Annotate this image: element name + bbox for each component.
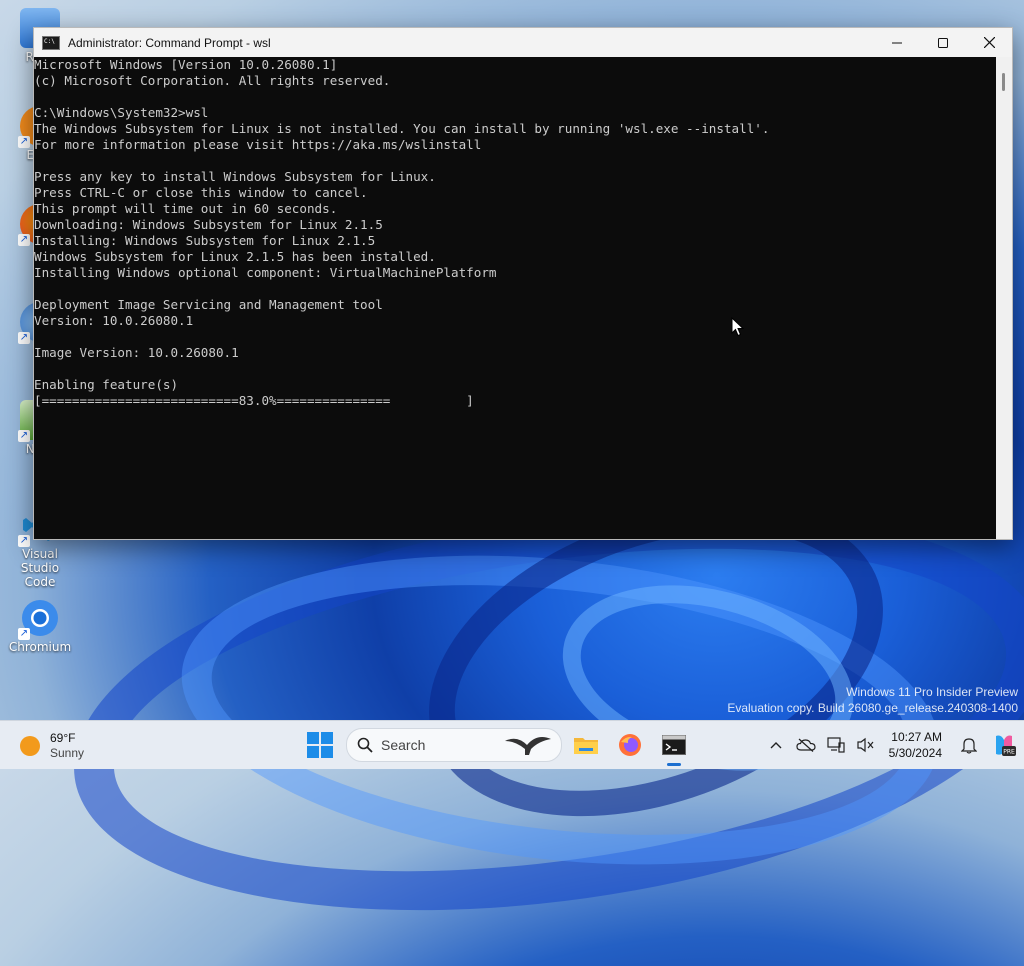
weather-temperature: 69°F [50, 731, 76, 745]
console-line: Press CTRL-C or close this window to can… [34, 185, 368, 200]
close-icon [983, 37, 995, 48]
watermark-line-2: Evaluation copy. Build 26080.ge_release.… [727, 701, 1018, 715]
minimize-button[interactable] [874, 28, 920, 57]
console-line: Installing Windows optional component: V… [34, 265, 497, 280]
clock[interactable]: 10:27 AM 5/30/2024 [889, 729, 942, 761]
system-tray: 10:27 AM 5/30/2024 PRE [761, 721, 1024, 769]
console-line: Windows Subsystem for Linux 2.1.5 has be… [34, 249, 436, 264]
window-title: Administrator: Command Prompt - wsl [68, 35, 271, 50]
close-button[interactable] [966, 28, 1012, 57]
vertical-scrollbar[interactable] [996, 57, 1012, 539]
console-line: For more information please visit https:… [34, 137, 482, 152]
weather-widget[interactable]: 69°F Sunny [20, 731, 84, 761]
window-titlebar[interactable]: Administrator: Command Prompt - wsl [34, 28, 1012, 57]
console-line: Enabling feature(s) [34, 377, 179, 392]
minimize-icon [892, 42, 902, 43]
watermark-line-1: Windows 11 Pro Insider Preview [846, 685, 1018, 699]
show-hidden-icons-button[interactable] [761, 721, 791, 769]
search-highlight-bird-icon [505, 737, 551, 755]
notifications-button[interactable] [954, 721, 984, 769]
console-line: Image Version: 10.0.26080.1 [34, 345, 239, 360]
weather-condition: Sunny [50, 746, 85, 760]
clock-time: 10:27 AM [891, 730, 942, 744]
console-line: This prompt will time out in 60 seconds. [34, 201, 338, 216]
console-line: Deployment Image Servicing and Managemen… [34, 297, 383, 312]
maximize-button[interactable] [920, 28, 966, 57]
maximize-icon [938, 37, 948, 48]
console-line: Version: 10.0.26080.1 [34, 313, 194, 328]
search-placeholder: Search [381, 737, 426, 753]
volume-tray-button[interactable] [851, 721, 881, 769]
onedrive-tray-button[interactable] [791, 721, 821, 769]
console-line: Downloading: Windows Subsystem for Linux… [34, 217, 383, 232]
active-app-indicator [667, 763, 681, 766]
sunny-weather-icon [20, 736, 40, 756]
console-line: Installing: Windows Subsystem for Linux … [34, 233, 376, 248]
scrollbar-thumb[interactable] [1002, 73, 1005, 91]
console-output[interactable]: Microsoft Windows [Version 10.0.26080.1]… [34, 57, 996, 539]
network-icon [827, 737, 845, 753]
svg-text:PRE: PRE [1003, 749, 1015, 756]
taskbar-file-explorer[interactable] [566, 727, 606, 763]
console-line: C:\Windows\System32>wsl [34, 105, 209, 120]
taskbar: 69°F Sunny Search 10:27 AM 5/30/2024 PRE [0, 720, 1024, 769]
chevron-up-icon [770, 742, 782, 749]
bell-icon [961, 738, 977, 754]
taskbar-search-box[interactable]: Search [346, 728, 562, 762]
console-line: [==========================83.0%========… [34, 393, 474, 408]
copilot-icon: PRE [996, 735, 1016, 756]
console-line: Microsoft Windows [Version 10.0.26080.1] [34, 57, 338, 72]
command-prompt-window[interactable]: Administrator: Command Prompt - wsl Micr… [33, 27, 1013, 540]
windows-logo-icon [307, 732, 319, 744]
chromium-icon: ↗ [18, 598, 60, 640]
taskbar-firefox[interactable] [610, 727, 650, 763]
console-line: (c) Microsoft Corporation. All rights re… [34, 73, 391, 88]
firefox-icon [619, 734, 641, 756]
desktop-icon-chromium[interactable]: ↗ Chromium [4, 598, 76, 654]
copilot-button[interactable]: PRE [984, 721, 1024, 769]
cloud-offline-icon [796, 738, 816, 752]
search-icon [357, 737, 373, 753]
network-tray-button[interactable] [821, 721, 851, 769]
evaluation-watermark: Windows 11 Pro Insider Preview Evaluatio… [727, 684, 1018, 716]
folder-icon [574, 738, 598, 754]
console-line: Press any key to install Windows Subsyst… [34, 169, 436, 184]
start-button[interactable] [306, 731, 334, 759]
desktop-icon-label: Visual Studio Code [20, 547, 60, 589]
cmd-icon [662, 735, 686, 755]
cmd-icon [42, 35, 60, 50]
console-line: The Windows Subsystem for Linux is not i… [34, 121, 770, 136]
taskbar-command-prompt[interactable] [654, 727, 694, 766]
clock-date: 5/30/2024 [888, 746, 942, 760]
mouse-cursor-icon [731, 317, 745, 337]
volume-muted-icon [857, 737, 874, 753]
desktop-icon-label: Chromium [8, 640, 72, 654]
